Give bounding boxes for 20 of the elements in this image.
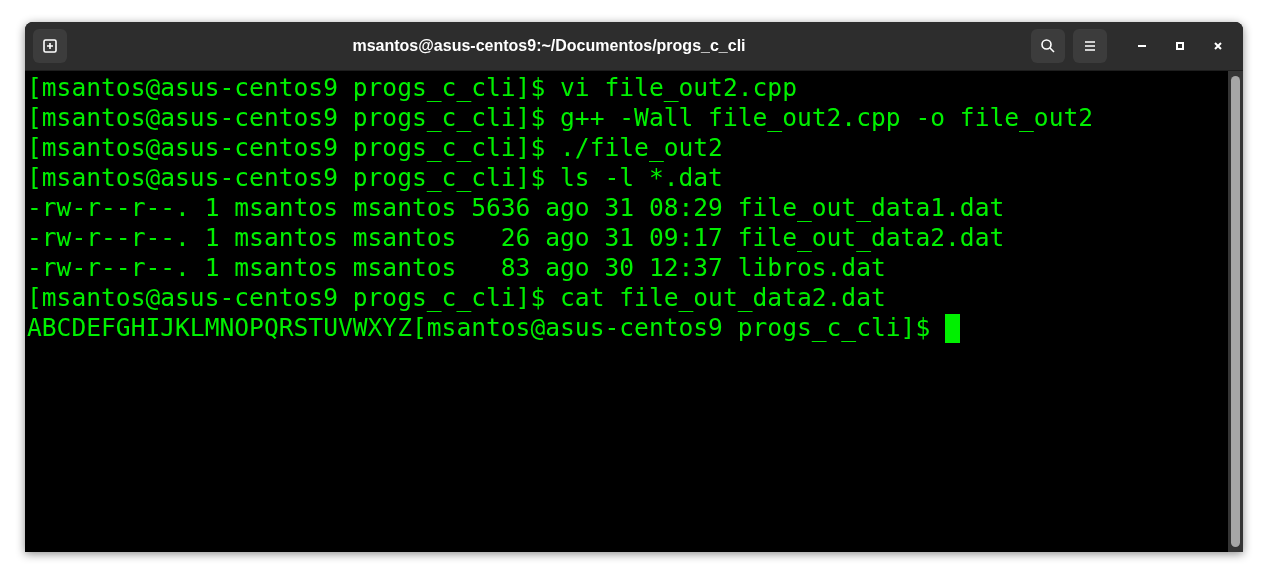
scrollbar[interactable] [1228, 71, 1243, 552]
terminal-line: -rw-r--r--. 1 msantos msantos 5636 ago 31 08:29 file_out_data1.dat [27, 193, 1005, 223]
maximize-icon [1176, 42, 1184, 50]
close-icon [1214, 42, 1222, 50]
terminal-line: ABCDEFGHIJKLMNOPQRSTUVWXYZ[msantos@asus-centos9 progs_c_cli]$ [27, 313, 932, 343]
terminal-line: -rw-r--r--. 1 msantos msantos 26 ago 31 09:17 file_out_data2.dat [27, 223, 1005, 253]
menu-button[interactable] [1073, 29, 1107, 63]
terminal-line: [msantos@asus-centos9 progs_c_cli]$ g++ -Wall file_out2.cpp -o file_out2 [27, 103, 1094, 133]
search-button[interactable] [1031, 29, 1065, 63]
terminal-line: [msantos@asus-centos9 progs_c_cli]$ ./file_out2 [27, 133, 723, 163]
plus-icon [42, 38, 58, 54]
window-title: msantos@asus-centos9:~/Documentos/progs_c_cli [351, 37, 747, 55]
menu-icon [1082, 38, 1098, 54]
minimize-icon [1138, 45, 1146, 47]
terminal-line: -rw-r--r--. 1 msantos msantos 83 ago 30 12:37 libros.dat [27, 253, 886, 283]
terminal-line: [msantos@asus-centos9 progs_c_cli]$ cat file_out_data2.dat [27, 283, 886, 313]
new-tab-button[interactable] [33, 29, 67, 63]
terminal-line: [msantos@asus-centos9 progs_c_cli]$ ls -l *.dat [27, 163, 723, 193]
terminal-line: [msantos@asus-centos9 progs_c_cli]$ vi file_out2.cpp [27, 73, 797, 103]
search-icon [1040, 38, 1056, 54]
